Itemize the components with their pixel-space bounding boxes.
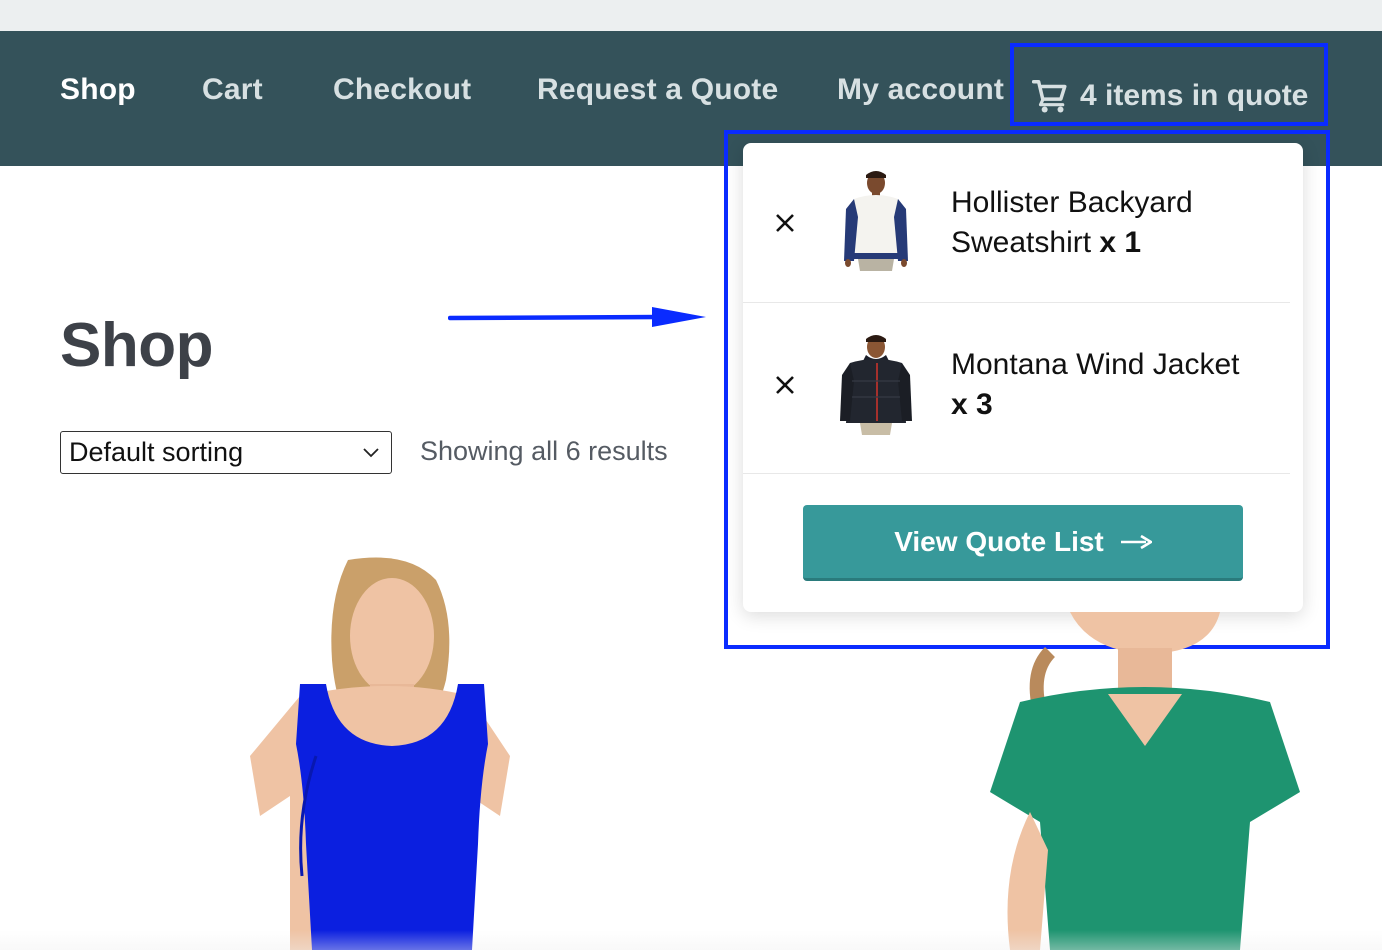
nav-my-account[interactable]: My account (837, 73, 1004, 107)
annotation-arrow (448, 307, 706, 327)
sorting-select[interactable]: Default sorting (60, 431, 392, 474)
nav-checkout[interactable]: Checkout (333, 73, 471, 107)
page-title: Shop (60, 311, 213, 380)
annotation-highlight-toggle (1010, 43, 1328, 126)
green-tshirt-image[interactable] (990, 612, 1300, 950)
nav-cart[interactable]: Cart (202, 73, 263, 107)
top-strip (0, 0, 1382, 31)
sorting-select-value: Default sorting (69, 437, 244, 467)
page-fade (0, 930, 1382, 950)
chevron-down-icon (363, 448, 379, 458)
blue-tank-top-image[interactable] (220, 556, 540, 950)
annotation-highlight-panel (724, 130, 1330, 649)
nav-shop[interactable]: Shop (60, 73, 136, 107)
result-count: Showing all 6 results (420, 436, 668, 466)
nav-request-quote[interactable]: Request a Quote (537, 73, 778, 107)
